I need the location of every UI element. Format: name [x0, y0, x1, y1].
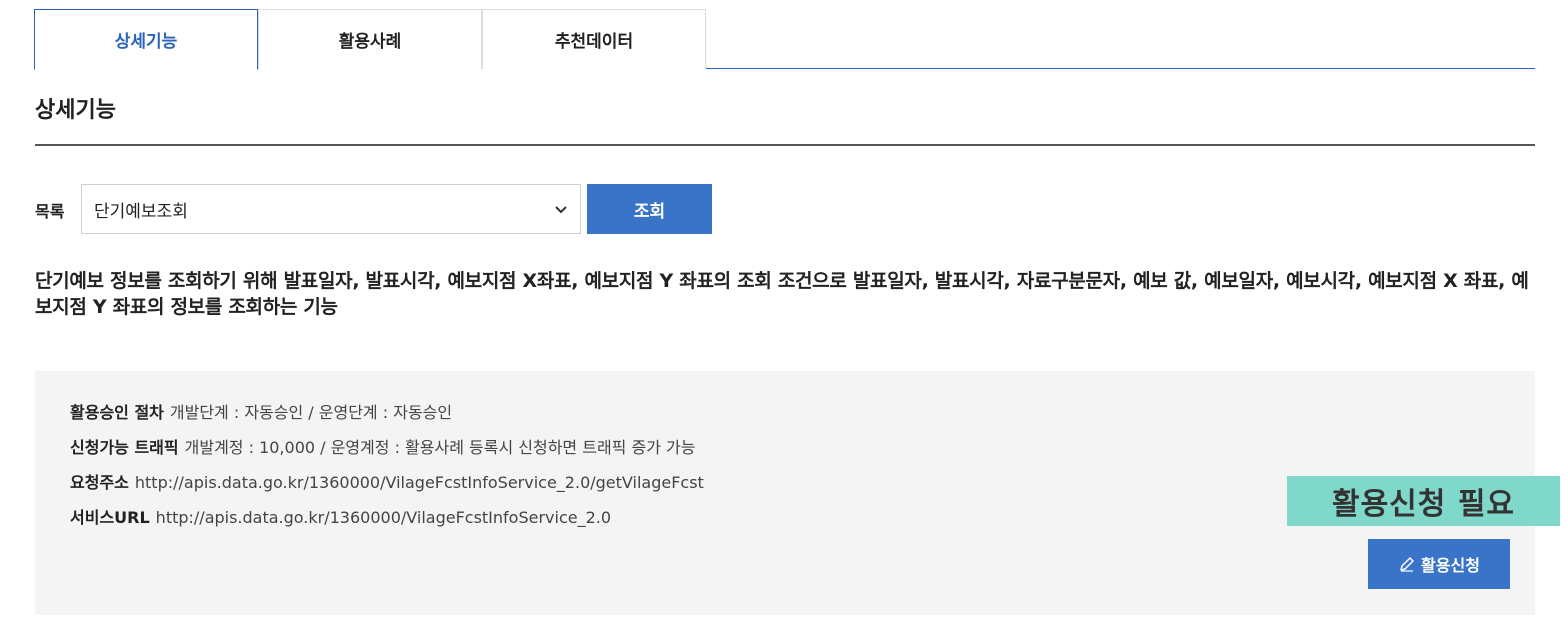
traffic-value: 개발계정 : 10,000 / 운영계정 : 활용사례 등록시 신청하면 트래픽… — [184, 438, 696, 457]
service-url-value: http://apis.data.go.kr/1360000/VilageFcs… — [155, 508, 612, 527]
approval-procedure-value: 개발단계 : 자동승인 / 운영단계 : 자동승인 — [169, 403, 453, 422]
service-url-label: 서비스URL — [70, 508, 150, 527]
chevron-down-icon — [555, 206, 567, 214]
title-divider — [35, 144, 1535, 146]
function-description: 단기예보 정보를 조회하기 위해 발표일자, 발표시각, 예보지점 X좌표, 예… — [35, 270, 1529, 318]
apply-button[interactable]: 활용신청 — [1368, 539, 1510, 589]
pencil-icon — [1400, 557, 1414, 572]
request-url-label: 요청주소 — [70, 473, 129, 492]
apply-button-label: 활용신청 — [1421, 558, 1480, 575]
traffic-label: 신청가능 트래픽 — [70, 438, 179, 457]
approval-procedure-label: 활용승인 절차 — [70, 403, 164, 422]
traffic-row: 신청가능 트래픽 개발계정 : 10,000 / 운영계정 : 활용사례 등록시 … — [70, 434, 695, 458]
application-required-badge: 활용신청 필요 — [1287, 476, 1560, 526]
tab-use-cases[interactable]: 활용사례 — [258, 9, 482, 69]
tab-bar: 상세기능 활용사례 추천데이터 — [34, 9, 1535, 70]
section-title: 상세기능 — [35, 98, 116, 123]
service-url-row: 서비스URL http://apis.data.go.kr/1360000/Vil… — [70, 504, 611, 528]
tab-recommended-data[interactable]: 추천데이터 — [482, 9, 706, 69]
list-label: 목록 — [35, 202, 65, 221]
operation-select[interactable]: 단기예보조회 — [81, 184, 581, 234]
operation-select-value: 단기예보조회 — [94, 201, 188, 222]
query-button[interactable]: 조회 — [587, 184, 712, 234]
approval-procedure-row: 활용승인 절차 개발단계 : 자동승인 / 운영단계 : 자동승인 — [70, 399, 452, 423]
request-url-value: http://apis.data.go.kr/1360000/VilageFcs… — [134, 473, 704, 492]
tab-detail-function[interactable]: 상세기능 — [34, 9, 258, 70]
request-url-row: 요청주소 http://apis.data.go.kr/1360000/Vilag… — [70, 469, 704, 493]
